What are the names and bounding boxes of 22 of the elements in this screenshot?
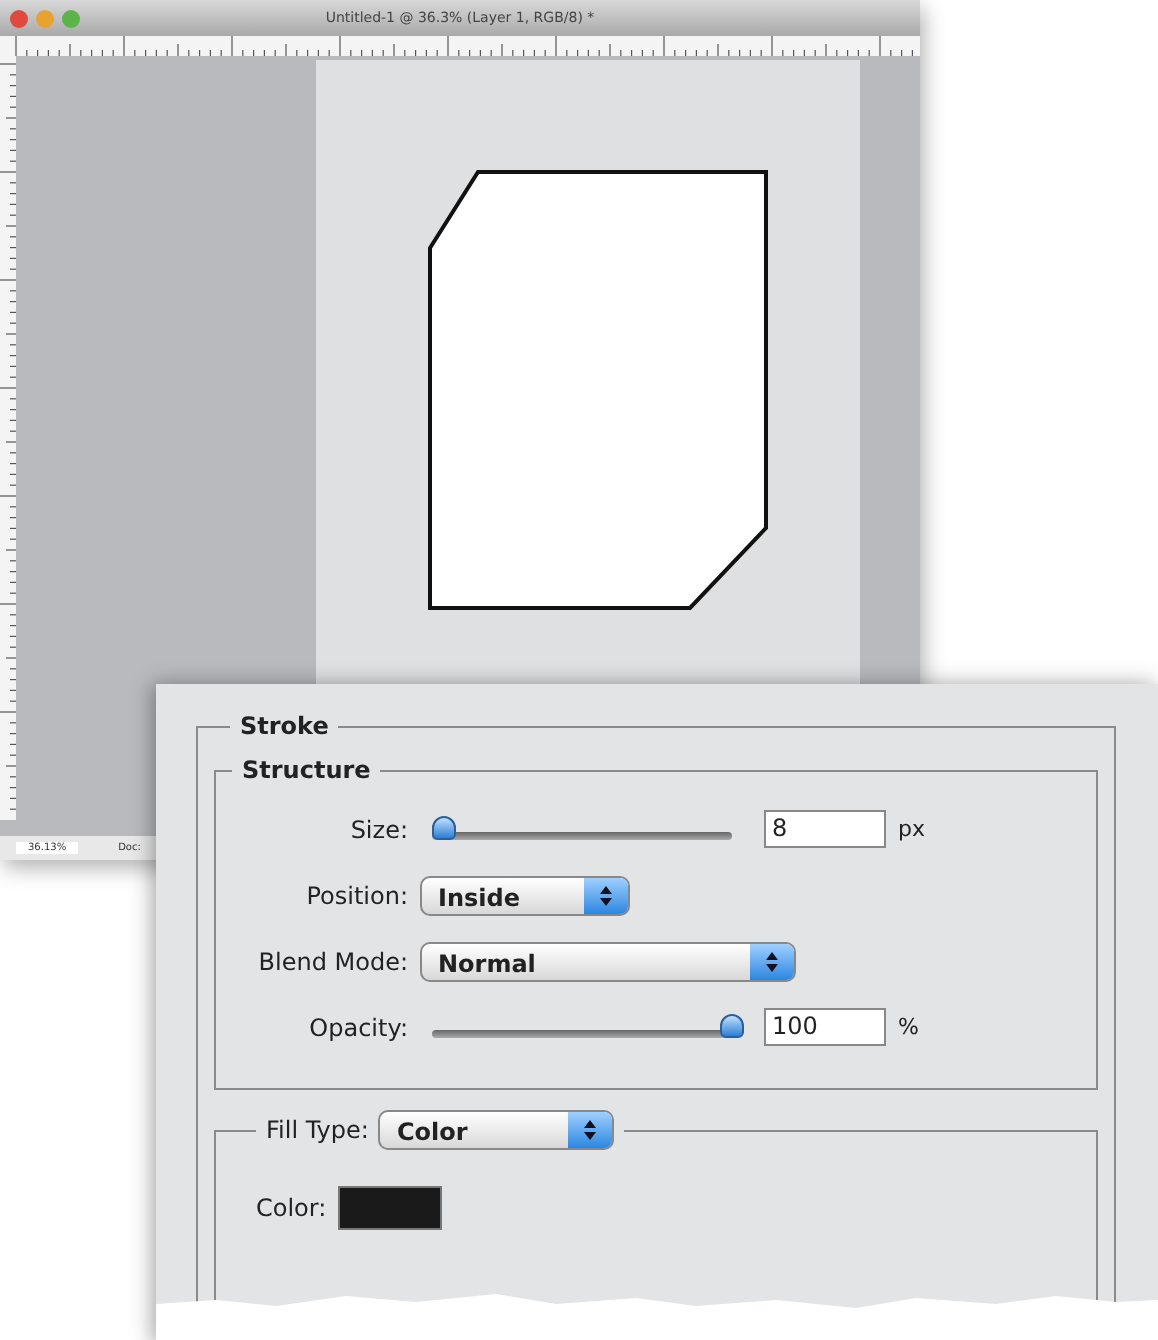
stepper-icon <box>750 943 794 979</box>
dropdown[interactable]: Normal <box>420 941 796 981</box>
field-label: Opacity: <box>307 1013 410 1041</box>
group-title: Stroke <box>238 712 331 740</box>
field-label: Color: <box>256 1194 327 1222</box>
group-title: Structure <box>240 756 373 784</box>
dropdown[interactable]: Color <box>378 1110 615 1150</box>
color-swatch[interactable] <box>338 1186 443 1230</box>
slider-thumb[interactable] <box>720 1013 744 1037</box>
unit-label: px <box>898 816 925 842</box>
stepper-icon <box>584 877 628 913</box>
field-label: Blend Mode: <box>256 947 410 975</box>
input-field[interactable]: 8 <box>764 810 886 848</box>
field-label: Position: <box>304 881 410 909</box>
dropdown[interactable]: Inside <box>420 875 630 915</box>
unit-label: % <box>898 1014 919 1040</box>
close-button[interactable] <box>10 9 28 27</box>
stepper-icon <box>568 1112 613 1148</box>
field-label: Size: <box>348 815 410 843</box>
slider-thumb[interactable] <box>432 815 456 839</box>
input-field[interactable]: 100 <box>764 1008 886 1046</box>
field-label: Fill Type: <box>266 1116 369 1144</box>
